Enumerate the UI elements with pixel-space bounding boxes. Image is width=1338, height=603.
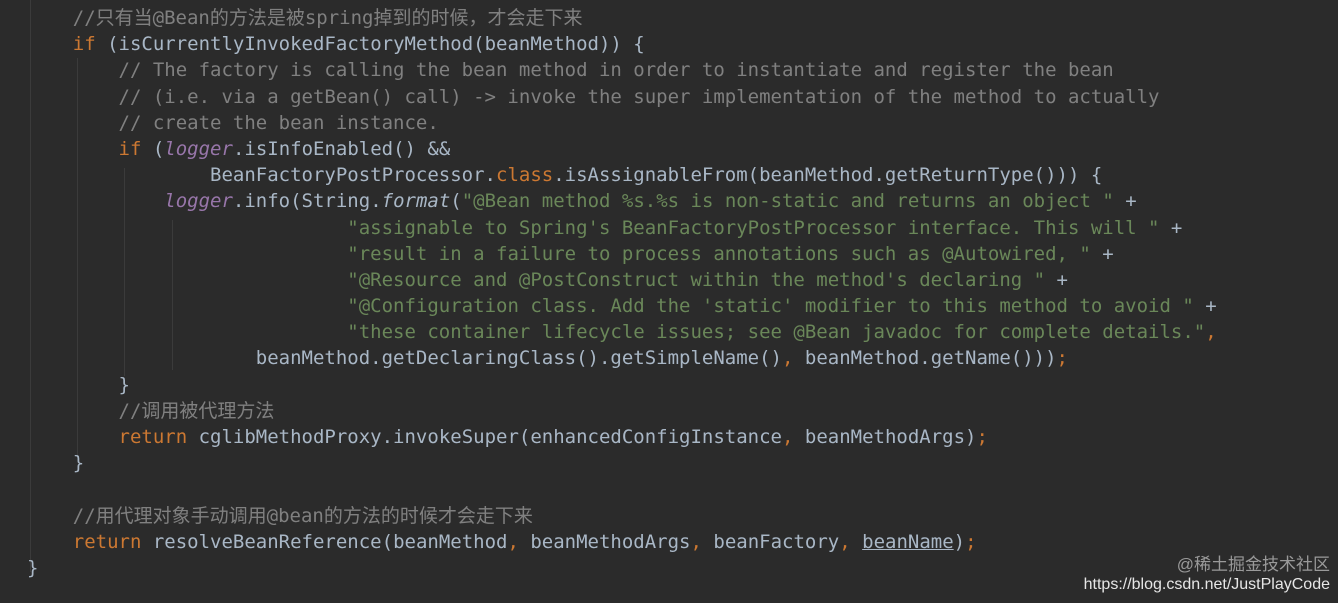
code-token-keyword: , bbox=[690, 530, 702, 553]
code-token-string: "result in a failure to process annotati… bbox=[347, 242, 1091, 265]
code-area[interactable]: //只有当@Bean的方法是被spring掉到的时候，才会走下来 if (isC… bbox=[27, 5, 1217, 581]
code-token-plain: .info(String. bbox=[232, 190, 382, 213]
code-token-static: logger bbox=[164, 190, 233, 213]
code-editor[interactable]: //只有当@Bean的方法是被spring掉到的时候，才会走下来 if (isC… bbox=[0, 0, 1338, 603]
code-token-static: logger bbox=[164, 137, 233, 160]
code-token-string: "@Resource and @PostConstruct within the… bbox=[347, 268, 1046, 291]
code-line[interactable]: "result in a failure to process annotati… bbox=[27, 241, 1217, 267]
code-line[interactable]: //用代理对象手动调用@bean的方法的时候才会走下来 bbox=[27, 503, 1217, 529]
code-line[interactable]: "@Resource and @PostConstruct within the… bbox=[27, 267, 1217, 293]
code-token-comment: // The factory is calling the bean metho… bbox=[27, 59, 1114, 82]
code-token-comment: // create the bean instance. bbox=[27, 111, 439, 134]
code-token-plain: resolveBeanReference(beanMethod bbox=[141, 530, 508, 553]
code-line[interactable]: "these container lifecycle issues; see @… bbox=[27, 319, 1217, 345]
code-token-plain: .isInfoEnabled() && bbox=[232, 137, 451, 160]
code-token-keyword: return bbox=[72, 530, 142, 553]
code-line[interactable]: return cglibMethodProxy.invokeSuper(enha… bbox=[27, 424, 1217, 450]
code-token-keyword: if bbox=[118, 137, 142, 160]
code-token-plain: + bbox=[1090, 242, 1114, 265]
code-token-string: "@Configuration class. Add the 'static' … bbox=[347, 295, 1194, 318]
code-token-plain: + bbox=[1113, 190, 1137, 213]
code-line[interactable]: BeanFactoryPostProcessor.class.isAssigna… bbox=[27, 162, 1217, 188]
code-line[interactable]: "assignable to Spring's BeanFactoryPostP… bbox=[27, 215, 1217, 241]
code-line[interactable]: if (logger.isInfoEnabled() && bbox=[27, 136, 1217, 162]
code-token-string: "assignable to Spring's BeanFactoryPostP… bbox=[347, 216, 1160, 239]
code-line[interactable]: // (i.e. via a getBean() call) -> invoke… bbox=[27, 84, 1217, 110]
code-token-comment: //用代理对象手动调用@bean的方法的时候才会走下来 bbox=[27, 504, 533, 527]
code-token-keyword: , bbox=[1205, 321, 1217, 344]
watermark-juejin: @稀土掘金技术社区 bbox=[1176, 555, 1330, 574]
code-line[interactable]: if (isCurrentlyInvokedFactoryMethod(bean… bbox=[27, 31, 1217, 57]
code-token-plain: beanMethodArgs) bbox=[793, 426, 977, 448]
code-token-keyword: , bbox=[839, 530, 851, 553]
watermark: @稀土掘金技术社区 https://blog.csdn.net/JustPlay… bbox=[1084, 555, 1330, 595]
code-line[interactable]: beanMethod.getDeclaringClass().getSimple… bbox=[27, 345, 1217, 371]
code-token-plain: beanMethod.getName())) bbox=[793, 347, 1057, 370]
code-token-keyword: class bbox=[496, 164, 554, 187]
code-token-plain: ( bbox=[141, 137, 165, 160]
code-token-plain: ( bbox=[450, 190, 462, 213]
code-token-plain: beanMethod.getDeclaringClass().getSimple… bbox=[27, 347, 782, 370]
watermark-url: https://blog.csdn.net/JustPlayCode bbox=[1083, 576, 1330, 593]
code-token-plain: } bbox=[27, 556, 39, 579]
code-token-keyword: return bbox=[118, 426, 188, 448]
code-token-plain: beanFactory bbox=[701, 530, 840, 553]
code-token-keyword: ; bbox=[965, 530, 977, 553]
code-line[interactable] bbox=[27, 476, 1217, 502]
code-token-keyword: , bbox=[507, 530, 519, 553]
code-token-plain: .isAssignableFrom(beanMethod.getReturnTy… bbox=[553, 164, 1103, 187]
code-line[interactable]: logger.info(String.format("@Bean method … bbox=[27, 188, 1217, 214]
code-line[interactable]: "@Configuration class. Add the 'static' … bbox=[27, 293, 1217, 319]
code-token-plain: BeanFactoryPostProcessor. bbox=[27, 164, 496, 187]
code-line[interactable]: //只有当@Bean的方法是被spring掉到的时候，才会走下来 bbox=[27, 5, 1217, 31]
code-token-keyword: ; bbox=[976, 426, 988, 448]
code-line[interactable]: // The factory is calling the bean metho… bbox=[27, 57, 1217, 83]
code-token-under: beanName bbox=[862, 530, 954, 553]
code-token-plain: } bbox=[27, 452, 85, 475]
code-line[interactable]: } bbox=[27, 372, 1217, 398]
code-line[interactable]: } bbox=[27, 555, 1217, 581]
code-line[interactable]: } bbox=[27, 450, 1217, 476]
code-token-comment: // (i.e. via a getBean() call) -> invoke… bbox=[27, 85, 1160, 108]
code-token-italic: format bbox=[381, 190, 451, 213]
code-line[interactable]: //调用被代理方法 bbox=[27, 398, 1217, 424]
code-token-plain: ) bbox=[953, 530, 966, 553]
code-token-plain: beanMethodArgs bbox=[518, 530, 691, 553]
code-token-keyword: ; bbox=[1056, 347, 1068, 370]
code-token-plain: (isCurrentlyInvokedFactoryMethod(beanMet… bbox=[95, 33, 645, 56]
code-token-string: "@Bean method %s.%s is non-static and re… bbox=[461, 190, 1114, 213]
code-line[interactable]: return resolveBeanReference(beanMethod, … bbox=[27, 529, 1217, 555]
code-token-string: "these container lifecycle issues; see @… bbox=[347, 321, 1206, 344]
code-token-comment: //调用被代理方法 bbox=[27, 399, 275, 422]
code-token-plain: + bbox=[1193, 295, 1217, 318]
code-token-plain: cglibMethodProxy.invokeSuper(enhancedCon… bbox=[187, 426, 782, 448]
code-token-keyword: if bbox=[72, 33, 96, 56]
code-token-plain: + bbox=[1159, 216, 1183, 239]
code-token-keyword: , bbox=[781, 347, 794, 370]
code-token-comment: //只有当@Bean的方法是被spring掉到的时候，才会走下来 bbox=[27, 7, 583, 29]
code-line[interactable]: // create the bean instance. bbox=[27, 110, 1217, 136]
code-token-plain: } bbox=[27, 373, 130, 396]
code-token-keyword: , bbox=[781, 426, 794, 448]
code-token-plain: + bbox=[1045, 268, 1068, 291]
